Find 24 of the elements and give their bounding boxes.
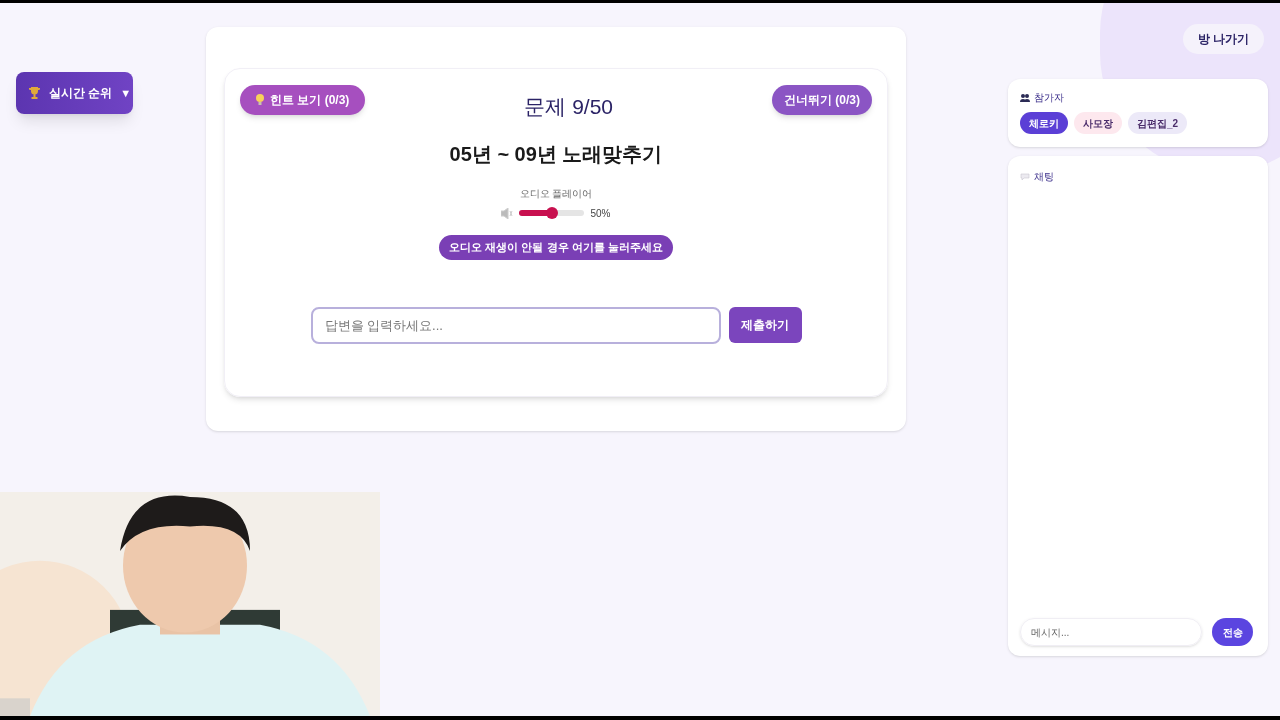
ranking-button[interactable]: 실시간 순위 ▼ [16,72,133,114]
audio-fallback-button[interactable]: 오디오 재생이 안될 경우 여기를 눌러주세요 [439,234,673,260]
speech-bubble-icon [1020,172,1030,181]
hint-button[interactable]: 힌트 보기 (0/3) [240,85,366,115]
lightbulb-icon [256,94,264,106]
trophy-icon [28,86,41,100]
quiz-title: 05년 ~ 09년 노래맞추기 [449,141,663,167]
submit-button[interactable]: 제출하기 [728,307,802,343]
answer-field[interactable]: 답변을 입력하세요... [310,306,721,344]
skip-button[interactable]: 건너뛰기 (0/3) [771,85,872,115]
participant-chip: 체로키 [1020,112,1068,134]
volume-reading: 50% [590,206,611,221]
send-button[interactable]: 전송 [1212,618,1253,646]
people-icon [1020,93,1030,102]
volume-slider[interactable] [519,207,585,219]
message-field[interactable]: 메시지... [1020,618,1202,646]
leave-room-button[interactable]: 방 나가기 [1182,24,1264,54]
speaker-icon [501,207,514,219]
chat-title: 채팅 [1034,170,1054,184]
participant-chip: 사모장 [1074,112,1122,134]
question-counter: 문제 9/50 [524,94,613,120]
participant-chip: 김편집_2 [1128,112,1188,134]
participants-title: 참가자 [1034,91,1064,105]
audio-label: 오디오 플레이어 [519,186,593,201]
